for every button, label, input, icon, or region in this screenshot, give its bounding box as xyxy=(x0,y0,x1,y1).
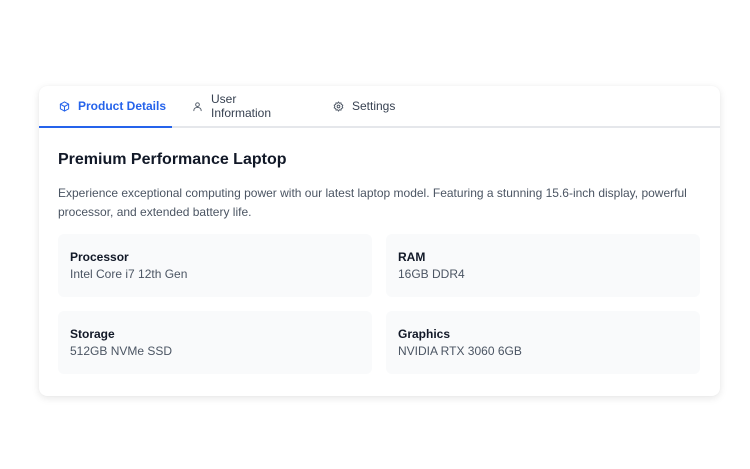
product-description: Experience exceptional computing power w… xyxy=(58,186,687,219)
tab-label: Product Details xyxy=(78,99,167,113)
product-title: Premium Performance Laptop xyxy=(58,151,287,168)
spec-label: Storage xyxy=(70,327,115,341)
spec-card-processor: Processor Intel Core i7 12th Gen xyxy=(58,234,372,297)
spec-card-ram: RAM 16GB DDR4 xyxy=(386,234,700,297)
page: Product Details User Information Setting… xyxy=(0,0,750,469)
spec-value: NVIDIA RTX 3060 6GB xyxy=(398,344,522,358)
spec-label: Graphics xyxy=(398,327,451,341)
spec-value: Intel Core i7 12th Gen xyxy=(70,267,188,281)
tab-bar: Product Details User Information Setting… xyxy=(39,86,720,128)
spec-label: Processor xyxy=(70,250,129,264)
cube-icon xyxy=(59,100,70,112)
spec-grid: Processor Intel Core i7 12th Gen RAM 16G… xyxy=(58,234,701,374)
product-card: Product Details User Information Setting… xyxy=(39,86,720,396)
spec-label: RAM xyxy=(398,250,426,264)
tab-product-details[interactable]: Product Details xyxy=(39,86,172,128)
tab-settings[interactable]: Settings xyxy=(298,86,408,126)
tab-label: User Information xyxy=(211,92,272,120)
gear-icon xyxy=(333,100,344,112)
tab-label: Settings xyxy=(352,99,396,113)
spec-card-graphics: Graphics NVIDIA RTX 3060 6GB xyxy=(386,311,700,374)
tab-panel: Premium Performance Laptop Experience ex… xyxy=(39,128,720,374)
spec-card-storage: Storage 512GB NVMe SSD xyxy=(58,311,372,374)
user-icon xyxy=(192,101,203,112)
spec-value: 16GB DDR4 xyxy=(398,267,465,281)
spec-value: 512GB NVMe SSD xyxy=(70,344,173,358)
tab-user-information[interactable]: User Information xyxy=(172,86,298,126)
